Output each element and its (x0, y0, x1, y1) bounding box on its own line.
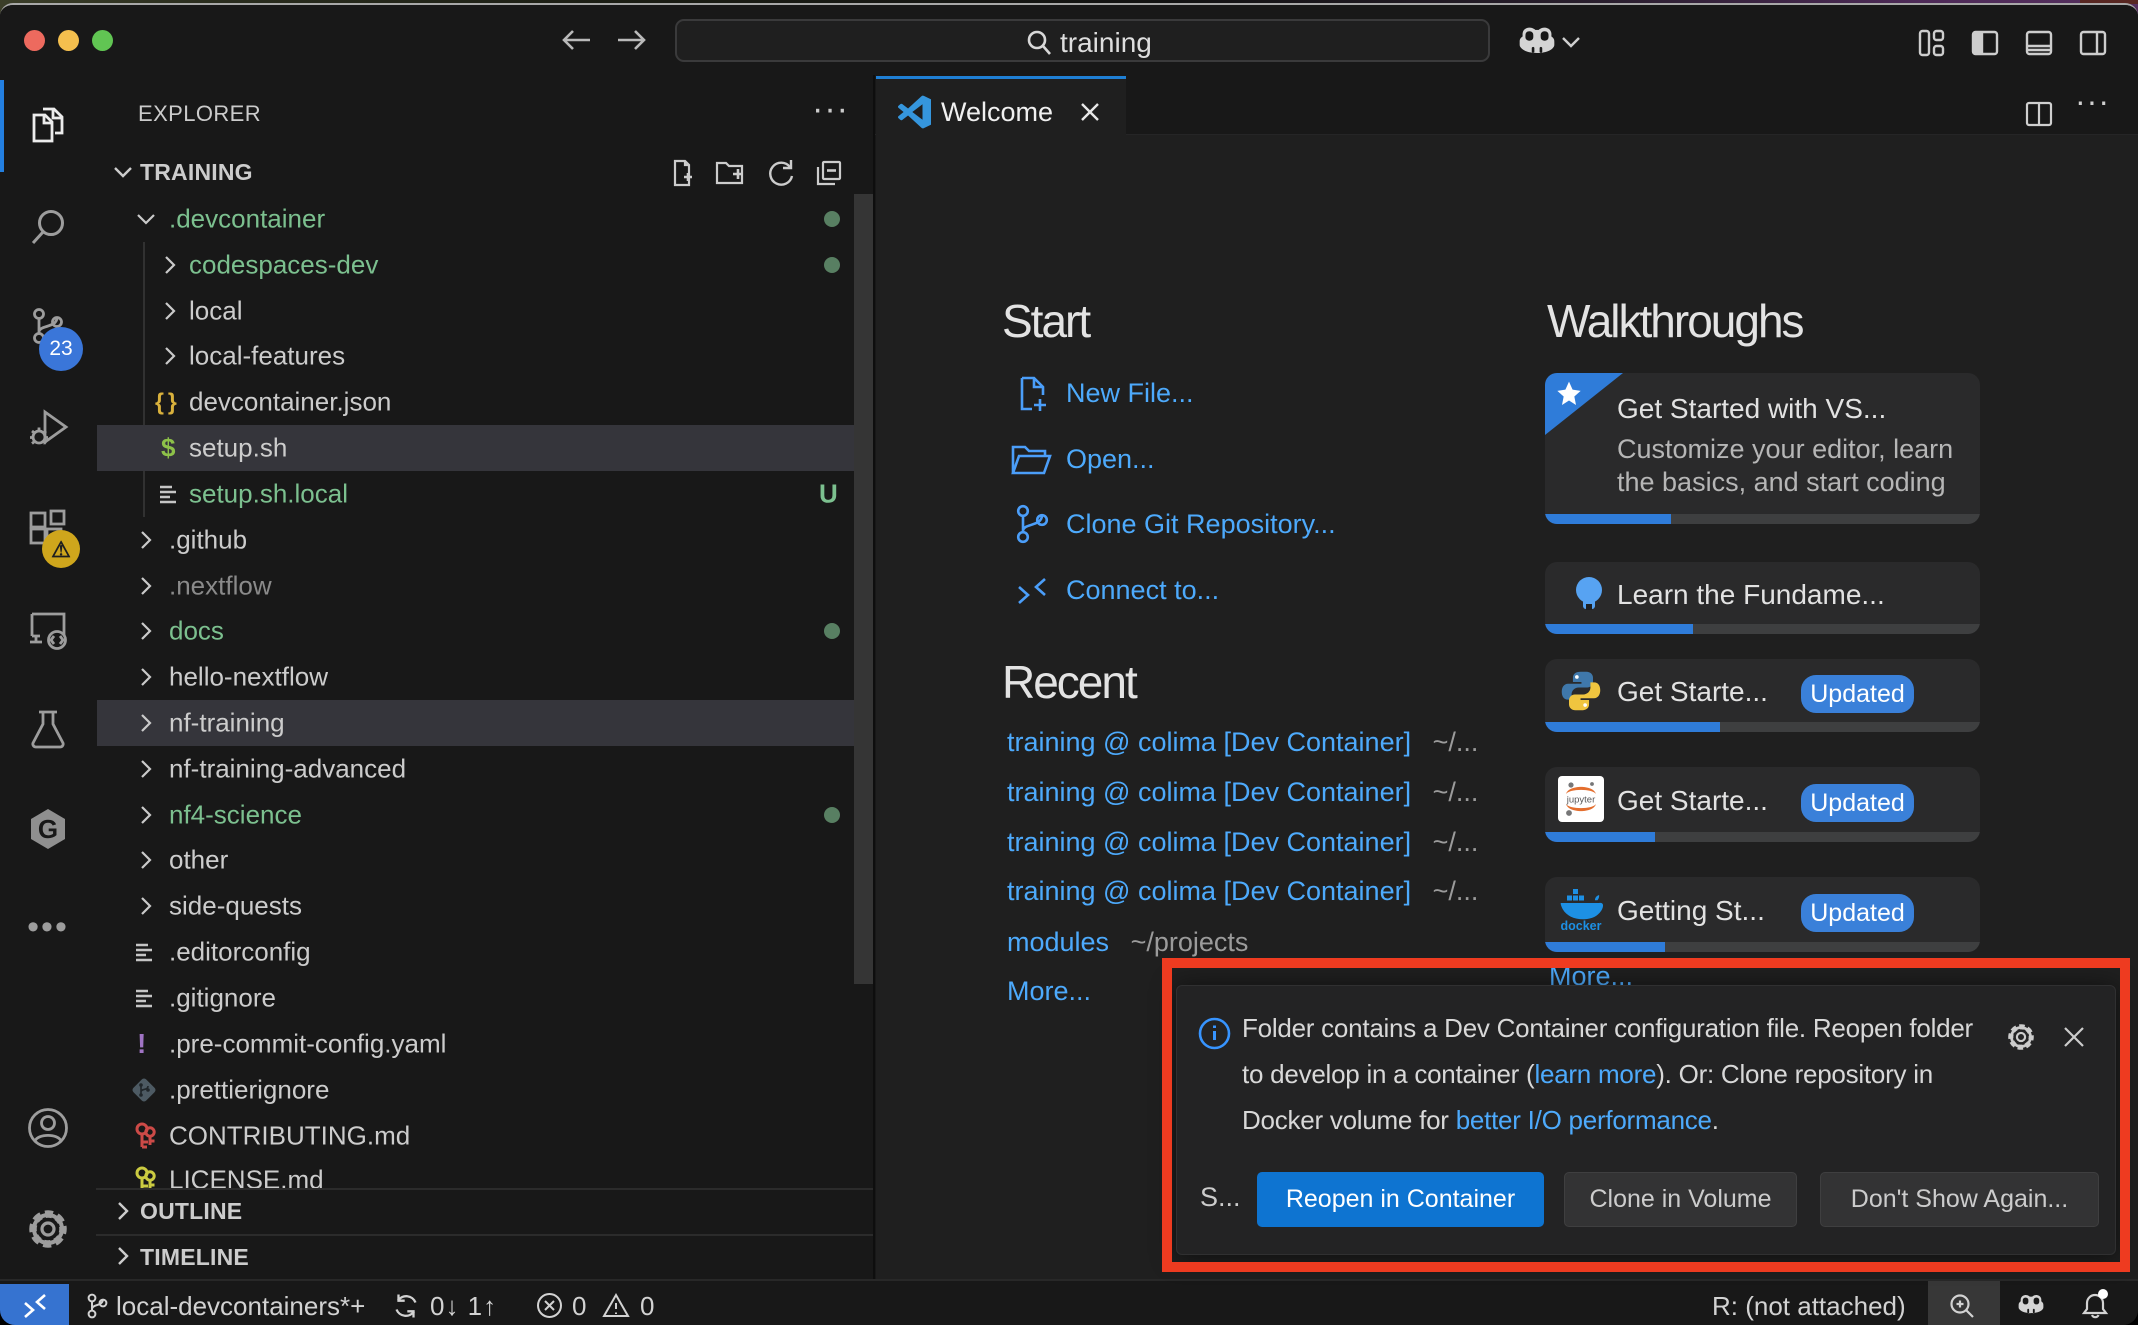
svg-text:docker: docker (1561, 919, 1602, 933)
svg-text:G: G (38, 814, 58, 844)
svg-text:jupyter: jupyter (1566, 795, 1596, 806)
